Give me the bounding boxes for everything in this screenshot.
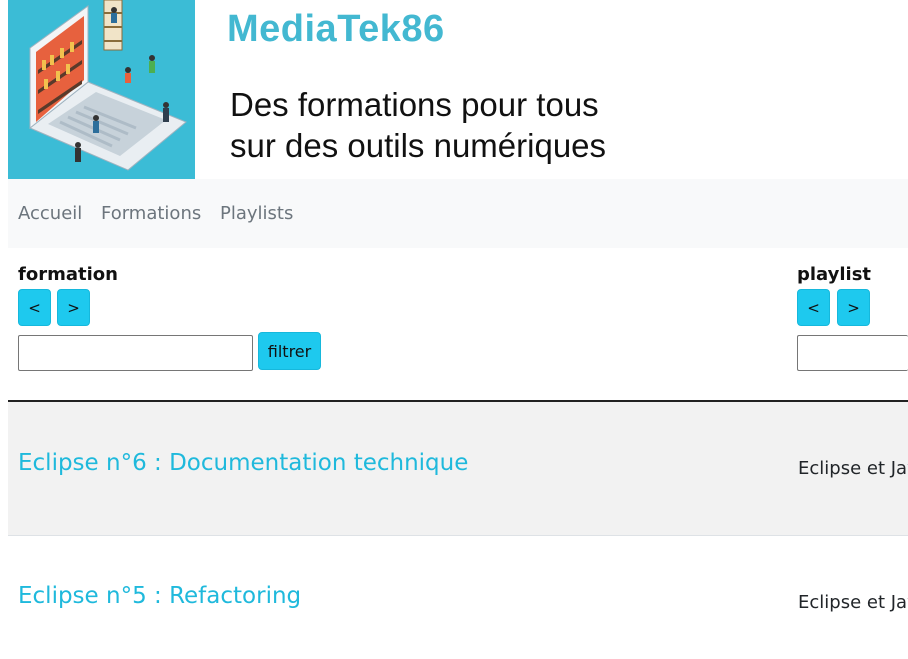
playlist-cell: Eclipse et Jav bbox=[798, 592, 908, 613]
nav-link-playlists[interactable]: Playlists bbox=[220, 203, 293, 224]
table-row: Eclipse n°6 : Documentation technique Ec… bbox=[8, 402, 908, 535]
tagline-line-1: Des formations pour tous bbox=[230, 86, 599, 123]
formation-filter-input[interactable] bbox=[18, 335, 253, 371]
site-banner: MediaTek86 Des formations pour tous sur … bbox=[8, 0, 908, 179]
table-row: Eclipse n°5 : Refactoring Eclipse et Jav bbox=[8, 536, 908, 659]
formation-title-link[interactable]: Eclipse n°6 : Documentation technique bbox=[18, 450, 468, 476]
playlist-filter-input[interactable] bbox=[797, 335, 908, 371]
formation-sort-desc-button[interactable]: > bbox=[57, 289, 90, 326]
nav-link-formations[interactable]: Formations bbox=[101, 203, 201, 224]
brand-title: MediaTek86 bbox=[227, 8, 445, 50]
playlist-cell: Eclipse et Jav bbox=[798, 458, 908, 479]
formation-filter-button[interactable]: filtrer bbox=[258, 332, 321, 370]
tagline: Des formations pour tous sur des outils … bbox=[230, 84, 606, 166]
formation-column-label: formation bbox=[18, 264, 118, 285]
formation-title-link[interactable]: Eclipse n°5 : Refactoring bbox=[18, 583, 301, 609]
playlist-sort-asc-button[interactable]: < bbox=[797, 289, 830, 326]
nav-link-accueil[interactable]: Accueil bbox=[18, 203, 82, 224]
formation-sort-asc-button[interactable]: < bbox=[18, 289, 51, 326]
laptop-library-illustration-icon bbox=[8, 0, 195, 179]
playlist-sort-desc-button[interactable]: > bbox=[837, 289, 870, 326]
playlist-column-label: playlist bbox=[797, 264, 872, 285]
main-navbar: Accueil Formations Playlists bbox=[8, 179, 908, 248]
tagline-line-2: sur des outils numériques bbox=[230, 127, 607, 164]
